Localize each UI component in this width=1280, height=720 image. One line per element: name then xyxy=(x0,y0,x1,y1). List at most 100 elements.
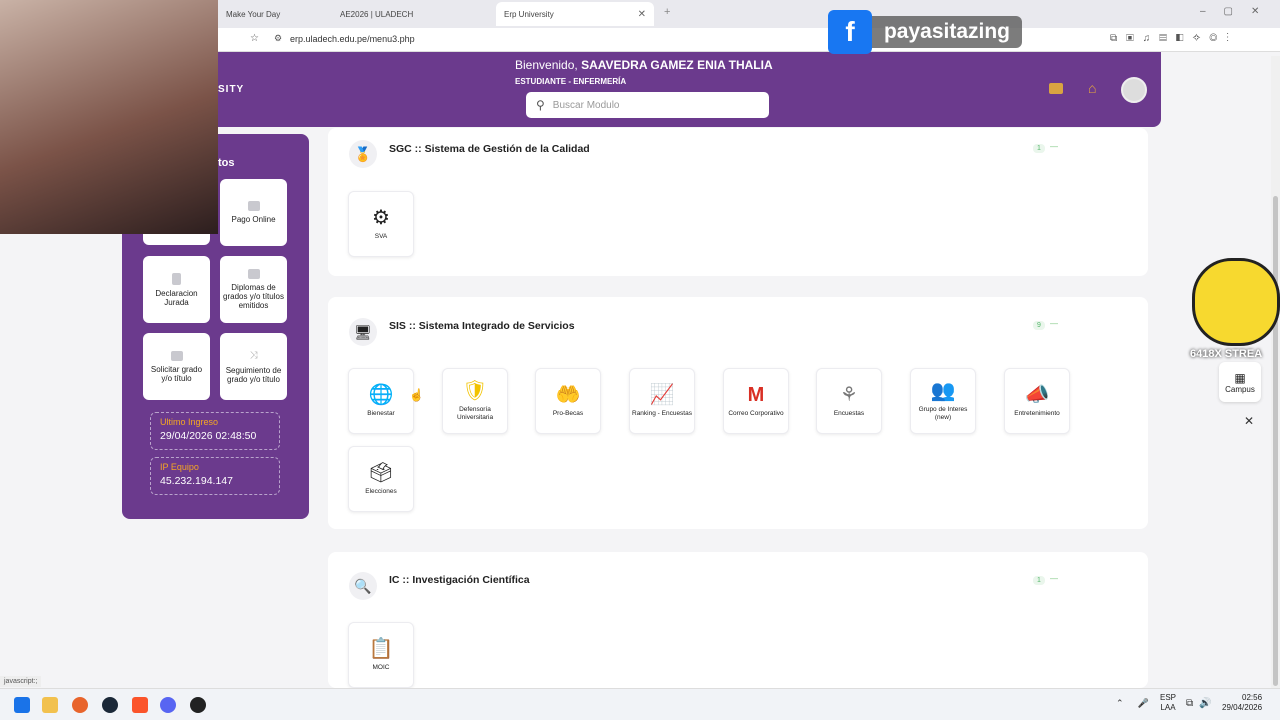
sticker-text: 6418X STREA xyxy=(1190,348,1263,360)
module-sva[interactable]: ⚙ SVA xyxy=(348,191,414,257)
module-label: Defensoría Universitaria xyxy=(456,406,494,421)
diplomas-button[interactable]: Diplomas de grados y/o títulos emitidos xyxy=(220,256,287,323)
module-count-badge: 1 xyxy=(1033,576,1045,585)
collapse-icon[interactable]: — xyxy=(1050,142,1058,151)
last-login-label: Ultimo Ingreso xyxy=(160,417,219,427)
firefox-icon[interactable] xyxy=(72,697,88,713)
tab-label: Make Your Day xyxy=(226,9,281,19)
tab-erp-university[interactable]: Erp University ✕ xyxy=(496,2,654,26)
module-label: Pro-Becas xyxy=(552,410,584,417)
gmail-icon: M xyxy=(747,384,765,406)
clock-date: 29/04/2026 xyxy=(1222,703,1263,712)
campus-button[interactable]: ▦ Campus xyxy=(1219,362,1261,402)
tab-make-your-day[interactable]: Make Your Day xyxy=(218,2,328,26)
globe-icon: 🌐 xyxy=(368,384,394,406)
welcome-prefix: Bienvenido, xyxy=(515,58,578,72)
shield-icon: 🛡 xyxy=(462,380,488,402)
home-icon[interactable]: ⌂ xyxy=(1088,80,1096,96)
language-indicator[interactable]: ESP LAA xyxy=(1160,693,1176,713)
collapse-icon[interactable]: — xyxy=(1050,319,1058,328)
module-label: SVA xyxy=(374,233,388,240)
module-ranking-encuestas[interactable]: 📈 Ranking - Encuestas xyxy=(629,368,695,434)
section-ic xyxy=(328,552,1148,688)
module-label: Ranking - Encuestas xyxy=(632,410,692,417)
taskbar: ⌃🎤 ⧉🔊 xyxy=(0,688,1280,720)
steam-icon[interactable] xyxy=(102,697,118,713)
ballot-icon: 🗳 xyxy=(368,462,394,484)
pago-online-button[interactable]: Pago Online xyxy=(220,179,287,246)
obs-icon[interactable] xyxy=(190,697,206,713)
tab-label: Erp University xyxy=(504,9,554,19)
last-login-value: 29/04/2026 02:48:50 xyxy=(160,430,257,442)
button-label: Pago Online xyxy=(231,215,276,224)
chart-icon: 📈 xyxy=(649,384,675,406)
network-volume-icons[interactable]: ⧉🔊 xyxy=(1186,698,1218,709)
close-icon[interactable]: ✕ xyxy=(1244,414,1254,428)
brave-icon[interactable] xyxy=(132,697,148,713)
section-title: SGC :: Sistema de Gestión de la Calidad xyxy=(389,143,590,155)
module-defensoria[interactable]: 🛡 Defensoría Universitaria xyxy=(442,368,508,434)
tab-ae2026[interactable]: AE2026 | ULADECH xyxy=(332,2,492,26)
url-field[interactable]: erp.uladech.edu.pe/menu3.php xyxy=(290,34,415,44)
lang-layout: LAA xyxy=(1160,703,1176,712)
windows-start-icon[interactable] xyxy=(14,697,30,713)
clock[interactable]: 02:56 29/04/2026 xyxy=(1222,693,1262,713)
graduation-cap-icon xyxy=(170,350,183,361)
module-correo[interactable]: M Correo Corporativo xyxy=(723,368,789,434)
section-title: SIS :: Sistema Integrado de Servicios xyxy=(389,320,575,332)
module-label: MOIC xyxy=(372,664,390,671)
logo-text: SITY xyxy=(218,84,245,95)
new-tab-icon[interactable]: + xyxy=(664,6,670,18)
tab-label: AE2026 | ULADECH xyxy=(340,9,414,19)
module-elecciones[interactable]: 🗳 Elecciones xyxy=(348,446,414,512)
module-label: Encuestas xyxy=(833,410,865,417)
module-encuestas[interactable]: ⚘ Encuestas xyxy=(816,368,882,434)
services-icon: 🖥 xyxy=(349,318,377,346)
avatar[interactable] xyxy=(1121,77,1147,103)
last-login-box: Ultimo Ingreso 29/04/2026 02:48:50 xyxy=(150,412,280,450)
browser-toolbar-icons[interactable]: ⧉▣♫▤◧✧◎⋮ xyxy=(1110,33,1238,44)
discord-icon[interactable] xyxy=(160,697,176,713)
section-title: IC :: Investigación Científica xyxy=(389,574,530,586)
page-scrollbar[interactable] xyxy=(1271,56,1280,688)
search-input[interactable]: ⚲ Buscar Modulo xyxy=(526,92,769,118)
ip-box: IP Equipo 45.232.194.147 xyxy=(150,457,280,495)
scrollbar-thumb[interactable] xyxy=(1273,196,1278,686)
file-explorer-icon[interactable] xyxy=(42,697,58,713)
search-placeholder: Buscar Modulo xyxy=(552,99,620,111)
module-grupo-interes[interactable]: 👥 Grupo de Interes (new) xyxy=(910,368,976,434)
network-icon: ⚙ xyxy=(372,207,390,229)
megaphone-icon: 📣 xyxy=(1024,384,1050,406)
scholarship-icon: 🤲 xyxy=(555,384,581,406)
module-count-badge: 1 xyxy=(1033,144,1045,153)
shuffle-icon: ⤨ xyxy=(249,349,258,361)
site-info-icon[interactable]: ⚙ xyxy=(274,33,282,44)
window-controls[interactable]: –▢✕ xyxy=(1200,6,1277,17)
collapse-icon[interactable]: — xyxy=(1050,574,1058,583)
document-icon xyxy=(172,272,181,285)
button-label: Solicitar grado y/o título xyxy=(150,364,203,383)
module-label: Elecciones xyxy=(365,488,397,495)
user-name: SAAVEDRA GAMEZ ENIA THALIA xyxy=(581,58,773,72)
sidebar-button-partial[interactable] xyxy=(143,234,210,245)
button-label: Diplomas de grados y/o títulos emitidos xyxy=(223,283,284,310)
module-pro-becas[interactable]: 🤲 Pro-Becas xyxy=(535,368,601,434)
social-name: payasitazing xyxy=(872,16,1022,48)
module-bienestar[interactable]: 🌐 Bienestar xyxy=(348,368,414,434)
facebook-icon: f xyxy=(828,10,872,54)
bookmark-icon[interactable]: ☆ xyxy=(250,33,259,44)
status-bar: javascript:; xyxy=(0,676,42,687)
module-entretenimiento[interactable]: 📣 Entretenimiento xyxy=(1004,368,1070,434)
ip-value: 45.232.194.147 xyxy=(160,475,233,487)
campus-icon: ▦ xyxy=(1234,370,1246,385)
declaracion-jurada-button[interactable]: Declaracion Jurada xyxy=(143,256,210,323)
award-icon: 🏅 xyxy=(349,140,377,168)
id-card-icon[interactable] xyxy=(1049,83,1063,94)
module-label: Entretenimiento xyxy=(1014,410,1060,417)
close-tab-icon[interactable]: ✕ xyxy=(638,9,646,20)
module-label: Correo Corporativo xyxy=(728,410,784,417)
module-moic[interactable]: 📋 MOIC xyxy=(348,622,414,688)
solicitar-grado-button[interactable]: Solicitar grado y/o título xyxy=(143,333,210,400)
seguimiento-grado-button[interactable]: ⤨ Seguimiento de grado y/o título xyxy=(220,333,287,400)
tray-icons[interactable]: ⌃🎤 xyxy=(1116,698,1163,709)
